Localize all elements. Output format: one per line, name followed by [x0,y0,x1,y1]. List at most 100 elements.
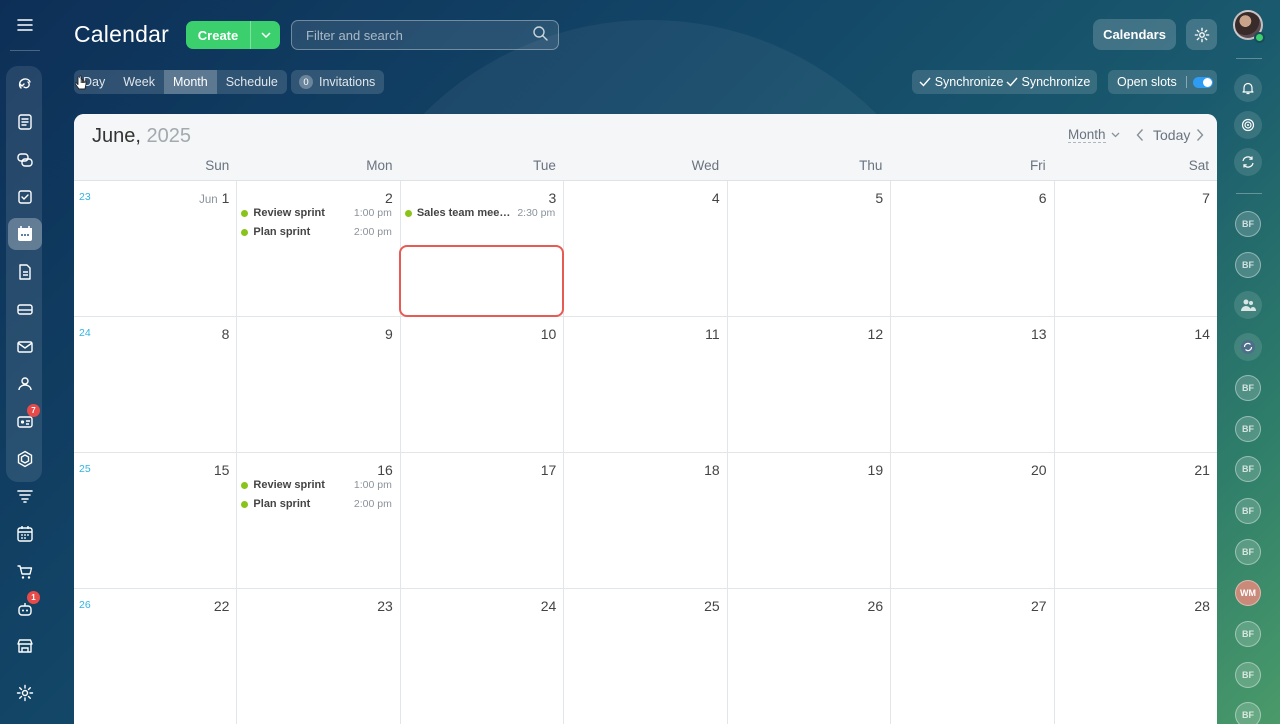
contact-avatar[interactable]: BF [1235,539,1261,565]
day-number: 19 [867,462,884,478]
calendar-event[interactable]: Sales team meeting 2:30 pm [404,205,555,221]
today-button[interactable]: Today [1153,127,1190,143]
gear-icon [1194,27,1209,42]
day-cell[interactable]: 7 [1055,181,1217,316]
settings-button[interactable] [1186,19,1217,50]
sidebar-item-tasks[interactable] [8,106,42,138]
day-cell[interactable]: 28 [1055,589,1217,724]
sidebar-item-booking[interactable] [8,518,42,550]
search-input[interactable] [306,27,532,43]
menu-icon[interactable] [12,14,38,36]
day-cell[interactable]: 23 [237,589,401,724]
rail-divider [10,50,40,51]
day-cell[interactable]: 17 [401,453,565,588]
search-icon[interactable] [532,25,548,46]
day-cell[interactable]: 25 [564,589,728,724]
day-cell[interactable]: 18 [564,453,728,588]
day-cell[interactable]: 12 [728,317,892,452]
week-number[interactable]: 24 [79,327,91,339]
create-button[interactable]: Create [186,21,280,49]
day-cell[interactable]: 2 Review sprint 1:00 pm Plan sprint 2:00… [237,181,401,316]
messenger-button[interactable] [1234,148,1262,176]
event-time: 1:00 pm [353,207,392,219]
sidebar-item-checklist[interactable] [8,181,42,213]
day-cell[interactable]: 13 [891,317,1055,452]
day-cell[interactable]: 24 [401,589,565,724]
day-cell[interactable]: 27 [891,589,1055,724]
sidebar-item-chat[interactable] [8,144,42,176]
sidebar-item-drive[interactable] [8,293,42,325]
day-cell[interactable]: 9 [237,317,401,452]
day-cell[interactable]: 20 [891,453,1055,588]
day-cell[interactable]: 3 Sales team meeting 2:30 pm [401,181,565,316]
funnel-icon [17,490,33,503]
day-cell[interactable]: 4 [564,181,728,316]
week-number[interactable]: 23 [79,191,91,203]
day-cell[interactable]: 19 [728,453,892,588]
day-cell[interactable]: 25 15 [74,453,238,588]
event-title: Review sprint [253,479,325,491]
contact-avatar[interactable]: BF [1235,702,1261,724]
sidebar-item-settings[interactable] [8,677,42,709]
hexagon-icon [17,450,33,468]
contact-avatar[interactable]: BF [1235,375,1261,401]
contact-avatar[interactable]: BF [1235,211,1261,237]
day-cell[interactable]: 10 [401,317,565,452]
day-cell[interactable]: 16 Review sprint 1:00 pm Plan sprint 2:0… [237,453,401,588]
sidebar-item-hexagon[interactable] [8,443,42,475]
calendar-event[interactable]: Plan sprint 2:00 pm [241,224,392,240]
view-select[interactable]: Month [1068,127,1120,143]
sync-label-2: Synchronize [1021,75,1091,89]
sidebar-item-employees[interactable] [8,368,42,400]
notifications-button[interactable] [1234,74,1262,102]
sidebar-item-copilot[interactable]: 1 [8,591,42,625]
copilot-button[interactable] [1234,111,1262,139]
contact-avatar[interactable]: WM [1235,580,1261,606]
week-number[interactable]: 25 [79,463,91,475]
group-chat-button[interactable] [1234,291,1262,319]
sidebar-item-mail[interactable] [8,331,42,363]
day-cell[interactable]: 11 [564,317,728,452]
sidebar-item-store[interactable] [8,630,42,662]
view-tab-schedule[interactable]: Schedule [217,70,287,94]
sidebar-item-contacts[interactable]: 7 [8,404,42,438]
sidebar-item-feed[interactable] [8,68,42,100]
open-slots-button[interactable]: Open slots [1108,70,1217,94]
synchronize-button[interactable]: Synchronize Synchronize [912,70,1097,94]
day-number-value: 1 [221,190,230,206]
next-month-button[interactable] [1196,128,1204,147]
channel-button[interactable] [1234,333,1262,361]
chevron-down-icon[interactable] [251,32,280,38]
contact-avatar[interactable]: BF [1235,456,1261,482]
view-tab-month[interactable]: Month [163,70,217,94]
day-cell[interactable]: 14 [1055,317,1217,452]
contact-avatar[interactable]: BF [1235,662,1261,688]
contact-avatar[interactable]: BF [1235,416,1261,442]
day-cell[interactable]: 5 [728,181,892,316]
contact-avatar[interactable]: BF [1235,498,1261,524]
day-cell[interactable]: 6 [891,181,1055,316]
right-sidebar: BF BF BF BF BF BF BF WM BF BF BF [1228,0,1280,724]
calendars-button[interactable]: Calendars [1093,19,1176,50]
contact-avatar[interactable]: BF [1235,621,1261,647]
day-cell[interactable]: 24 8 [74,317,238,452]
calendar-event[interactable]: Plan sprint 2:00 pm [241,496,392,512]
open-slots-toggle[interactable] [1192,76,1213,88]
contact-avatar[interactable]: BF [1235,252,1261,278]
invitations-button[interactable]: 0 Invitations [291,70,384,94]
document-list-icon [18,114,32,130]
view-tab-week[interactable]: Week [114,70,164,94]
calendar-event[interactable]: Review sprint 1:00 pm [241,205,392,221]
day-cell[interactable]: 23 Jun 1 [74,181,238,316]
sidebar-item-shop[interactable] [8,556,42,588]
sidebar-item-funnel[interactable] [8,480,42,512]
prev-month-button[interactable] [1136,128,1144,147]
day-cell[interactable]: 26 [728,589,892,724]
week-number[interactable]: 26 [79,599,91,611]
sidebar-item-docs[interactable] [8,256,42,288]
day-cell[interactable]: 26 22 [74,589,238,724]
sidebar-item-calendar[interactable] [8,218,42,250]
day-number: 12 [867,326,884,342]
day-cell[interactable]: 21 [1055,453,1217,588]
calendar-event[interactable]: Review sprint 1:00 pm [241,477,392,493]
